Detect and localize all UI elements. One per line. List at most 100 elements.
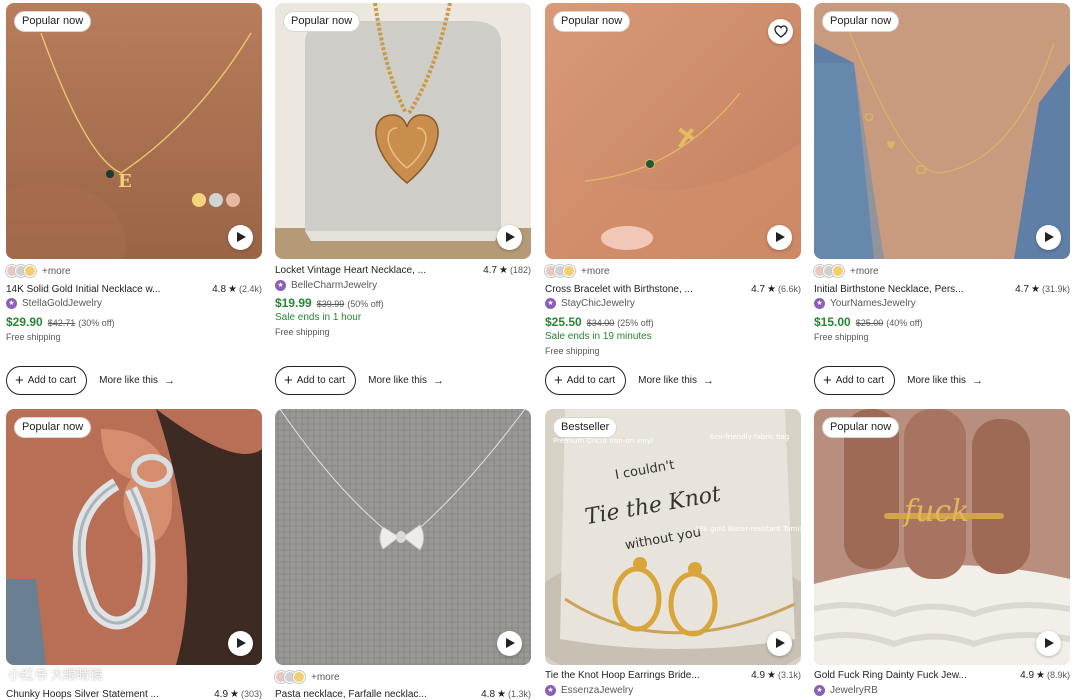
review-count: (3.1k) bbox=[777, 670, 801, 680]
swatch bbox=[24, 265, 36, 277]
play-video-icon[interactable] bbox=[767, 631, 792, 656]
variant-swatches[interactable]: +more bbox=[545, 264, 610, 278]
star-seller-icon: ★ bbox=[814, 297, 825, 309]
listing-image[interactable]: fuck Popular now bbox=[814, 409, 1070, 665]
initial-birthstone-necklace-photo bbox=[814, 3, 1070, 259]
rating-value: 4.9 bbox=[751, 670, 766, 681]
play-video-icon[interactable] bbox=[1036, 225, 1061, 250]
more-like-this-link[interactable]: More like this → bbox=[907, 375, 983, 387]
play-video-icon[interactable] bbox=[228, 225, 253, 250]
add-to-cart-label: Add to cart bbox=[835, 375, 885, 386]
rating-value: 4.9 bbox=[1020, 670, 1035, 681]
more-variants-label: +more bbox=[850, 265, 879, 277]
review-count: (2.4k) bbox=[238, 284, 262, 294]
more-variants-label: +more bbox=[581, 265, 610, 277]
listing-card[interactable]: I couldn't Tie the Knot without you Prem… bbox=[545, 409, 801, 696]
original-price: $25.00 bbox=[855, 318, 884, 328]
listing-title[interactable]: Pasta necklace, Farfalle necklac... bbox=[275, 689, 473, 700]
listing-card[interactable]: fuck Popular now Gold Fuck Ring Dainty F… bbox=[814, 409, 1070, 696]
listing-card[interactable]: Popular now Locket Vintage Heart Necklac… bbox=[275, 3, 531, 395]
plus-icon: + bbox=[15, 371, 24, 389]
star-icon: ★ bbox=[230, 689, 239, 700]
swatch bbox=[563, 265, 575, 277]
listing-image[interactable]: Popular now bbox=[545, 3, 801, 259]
star-icon: ★ bbox=[497, 689, 506, 700]
rating-value: 4.8 bbox=[212, 284, 227, 295]
variant-swatches[interactable]: +more bbox=[275, 670, 340, 684]
add-to-cart-button[interactable]: + Add to cart bbox=[545, 366, 627, 395]
sale-price: $29.90 bbox=[6, 315, 43, 329]
more-like-this-link[interactable]: More like this → bbox=[99, 375, 175, 387]
more-like-this-link[interactable]: More like this → bbox=[368, 375, 444, 387]
listing-card[interactable]: +more Pasta necklace, Farfalle necklac..… bbox=[275, 409, 531, 700]
more-like-this-link[interactable]: More like this → bbox=[638, 375, 714, 387]
add-to-cart-button[interactable]: + Add to cart bbox=[275, 366, 357, 395]
rating-value: 4.7 bbox=[1015, 284, 1030, 295]
listing-title[interactable]: Initial Birthstone Necklace, Pers... bbox=[814, 284, 1007, 295]
listing-title[interactable]: Tie the Knot Hoop Earrings Bride... bbox=[545, 670, 743, 681]
add-to-cart-label: Add to cart bbox=[296, 375, 346, 386]
listing-image[interactable]: E Popular now bbox=[6, 3, 262, 259]
add-to-cart-button[interactable]: + Add to cart bbox=[814, 366, 896, 395]
favorite-heart-icon[interactable] bbox=[768, 19, 793, 44]
listing-card[interactable]: Popular now Chunky Hoops Silver Statemen… bbox=[6, 409, 262, 700]
original-price: $42.71 bbox=[47, 318, 76, 328]
popular-now-badge: Popular now bbox=[14, 11, 92, 32]
original-price: $34.00 bbox=[586, 318, 615, 328]
listing-image[interactable]: Popular now bbox=[275, 3, 531, 259]
plus-icon: + bbox=[823, 371, 832, 389]
play-video-icon[interactable] bbox=[1036, 631, 1061, 656]
play-video-icon[interactable] bbox=[228, 631, 253, 656]
shop-name[interactable]: JewelryRB bbox=[830, 685, 878, 696]
free-shipping-label: Free shipping bbox=[545, 346, 600, 356]
shop-name[interactable]: StayChicJewelry bbox=[561, 298, 635, 309]
review-count: (31.9k) bbox=[1041, 284, 1070, 294]
popular-now-badge: Popular now bbox=[553, 11, 631, 32]
rating: 4.9 ★ (8.9k) bbox=[1020, 670, 1070, 681]
discount: (30% off) bbox=[78, 318, 115, 328]
shop-name[interactable]: BelleCharmJewelry bbox=[291, 280, 377, 291]
listing-image[interactable]: Popular now bbox=[6, 409, 262, 665]
listing-title[interactable]: Cross Bracelet with Birthstone, ... bbox=[545, 284, 743, 295]
variant-swatches[interactable]: +more bbox=[6, 264, 71, 278]
shop-name[interactable]: YourNamesJewelry bbox=[830, 298, 916, 309]
popular-now-badge: Popular now bbox=[283, 11, 361, 32]
popular-now-badge: Popular now bbox=[14, 417, 92, 438]
free-shipping-label: Free shipping bbox=[6, 332, 61, 342]
star-seller-icon: ★ bbox=[275, 279, 286, 291]
arrow-right-icon: → bbox=[972, 374, 984, 387]
add-to-cart-label: Add to cart bbox=[27, 375, 77, 386]
listing-title[interactable]: 14K Solid Gold Initial Necklace w... bbox=[6, 284, 204, 295]
more-like-this-label: More like this bbox=[368, 375, 428, 386]
listing-image[interactable]: I couldn't Tie the Knot without you Prem… bbox=[545, 409, 801, 665]
rating-value: 4.8 bbox=[481, 689, 496, 700]
play-video-icon[interactable] bbox=[497, 225, 522, 250]
listing-card[interactable]: Popular now +more Cross Bracelet with Bi… bbox=[545, 3, 801, 395]
listing-title[interactable]: Locket Vintage Heart Necklace, ... bbox=[275, 265, 475, 276]
play-video-icon[interactable] bbox=[767, 225, 792, 250]
star-icon: ★ bbox=[228, 284, 237, 295]
variant-swatches[interactable]: +more bbox=[814, 264, 879, 278]
review-count: (303) bbox=[240, 689, 262, 699]
listing-title[interactable]: Chunky Hoops Silver Statement ... bbox=[6, 689, 206, 700]
star-icon: ★ bbox=[1036, 670, 1045, 681]
star-seller-icon: ★ bbox=[6, 297, 17, 309]
listing-image[interactable] bbox=[275, 409, 531, 665]
listing-card[interactable]: E Popular now +more 14K Solid Gold Initi… bbox=[6, 3, 262, 395]
more-like-this-label: More like this bbox=[638, 375, 698, 386]
svg-text:E: E bbox=[118, 171, 132, 192]
add-to-cart-button[interactable]: + Add to cart bbox=[6, 366, 88, 395]
sale-countdown: Sale ends in 1 hour bbox=[275, 312, 362, 323]
original-price: $39.99 bbox=[316, 299, 345, 309]
listing-title[interactable]: Gold Fuck Ring Dainty Fuck Jew... bbox=[814, 670, 1012, 681]
listing-card[interactable]: Popular now +more Initial Birthstone Nec… bbox=[814, 3, 1070, 395]
shop-name[interactable]: EssenzaJewelry bbox=[561, 685, 633, 696]
shop-name[interactable]: StellaGoldJewelry bbox=[22, 298, 102, 309]
more-like-this-label: More like this bbox=[907, 375, 967, 386]
more-variants-label: +more bbox=[42, 265, 71, 277]
listing-image[interactable]: Popular now bbox=[814, 3, 1070, 259]
arrow-right-icon: → bbox=[164, 374, 176, 387]
play-video-icon[interactable] bbox=[497, 631, 522, 656]
script-word-ring-photo: fuck bbox=[814, 409, 1070, 665]
rating: 4.7 ★ (182) bbox=[483, 265, 531, 276]
